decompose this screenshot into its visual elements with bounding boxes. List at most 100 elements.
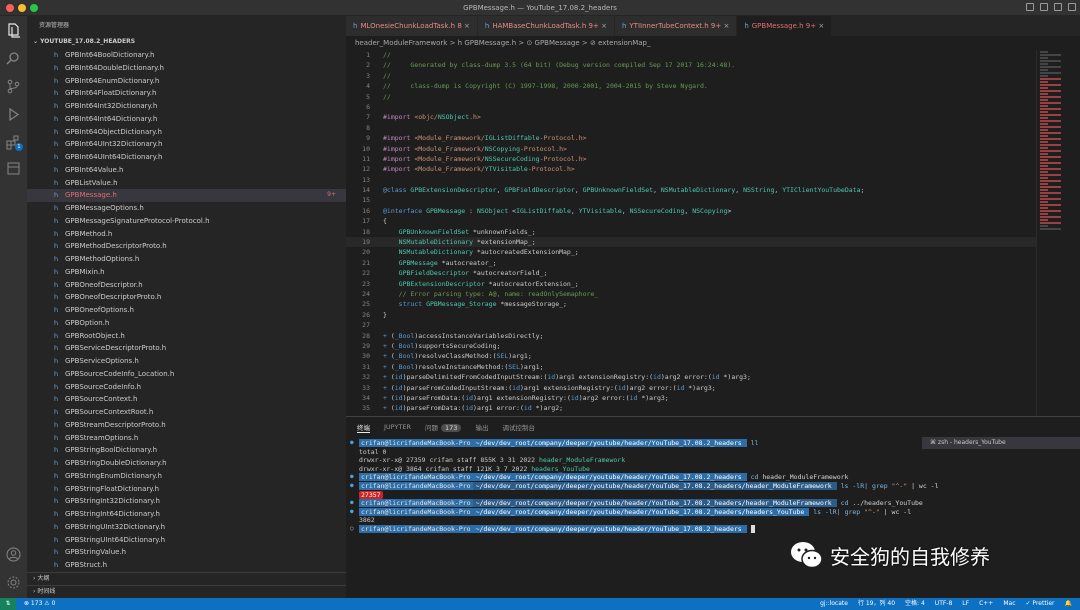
remote-explorer-icon[interactable]	[5, 160, 22, 177]
file-item[interactable]: h GPBOneofDescriptor.h	[27, 279, 346, 292]
file-item[interactable]: h GPBMethod.h	[27, 228, 346, 241]
cursor-position[interactable]: 行 19，列 40	[858, 598, 895, 610]
file-item[interactable]: h GPBStringBoolDictionary.h	[27, 444, 346, 457]
file-item[interactable]: h GPBInt64Value.h	[27, 164, 346, 177]
file-item[interactable]: h GPBInt64Int32Dictionary.h	[27, 100, 346, 113]
code-line: 28 + (_Bool)accessInstanceVariablesDirect…	[346, 331, 1036, 341]
file-item[interactable]: h GPBSourceCodeInfo_Location.h	[27, 368, 346, 381]
toggle-sidebar-icon[interactable]	[1026, 3, 1034, 11]
minimap-line	[1040, 183, 1048, 185]
file-item[interactable]: h GPBStreamDescriptorProto.h	[27, 419, 346, 432]
tab-jupyter[interactable]: JUPYTER	[384, 423, 411, 431]
customize-layout-icon[interactable]	[1068, 3, 1076, 11]
file-item[interactable]: h GPBMethodOptions.h	[27, 253, 346, 266]
file-item[interactable]: h GPBMessageSignatureProtocol-Protocol.h	[27, 215, 346, 228]
file-item[interactable]: h GPBStringUInt64Dictionary.h	[27, 534, 346, 547]
file-item[interactable]: h GPBStringDoubleDictionary.h	[27, 457, 346, 470]
run-debug-icon[interactable]	[5, 106, 22, 123]
minimap[interactable]	[1036, 50, 1080, 416]
file-item[interactable]: h GPBSourceCodeInfo.h	[27, 381, 346, 394]
file-item[interactable]: h GPBMethodDescriptorProto.h	[27, 240, 346, 253]
breadcrumb[interactable]: header_ModuleFramework > h GPBMessage.h …	[346, 36, 1080, 50]
code-editor[interactable]: 1 // 2 // Generated by class-dump 3.5 (64 b…	[346, 50, 1036, 416]
outline-section[interactable]: › 大纲	[27, 572, 346, 584]
problems-status[interactable]: ⊗ 173 ⚠ 0	[24, 600, 55, 607]
file-item[interactable]: h GPBStringFloatDictionary.h	[27, 483, 346, 496]
window-controls[interactable]	[6, 4, 38, 12]
editor-tab[interactable]: h GPBMessage.h 9+ ×	[737, 16, 833, 36]
file-item[interactable]: h GPBInt64Int64Dictionary.h	[27, 113, 346, 126]
file-item[interactable]: h GPBStruct.h	[27, 559, 346, 572]
account-icon[interactable]	[5, 546, 22, 563]
minimize-window-button[interactable]	[18, 4, 26, 12]
file-item[interactable]: h GPBMessage.h 9+	[27, 189, 346, 202]
notifications-bell-icon[interactable]: 🔔	[1065, 598, 1072, 610]
file-item[interactable]: h GPBInt64UInt32Dictionary.h	[27, 138, 346, 151]
toggle-panel-icon[interactable]	[1040, 3, 1048, 11]
file-item[interactable]: h GPBStringValue.h	[27, 546, 346, 559]
file-item[interactable]: h GPBMixin.h	[27, 266, 346, 279]
extensions-icon[interactable]: 1	[5, 134, 23, 151]
file-item[interactable]: h GPBSourceContext.h	[27, 393, 346, 406]
file-item[interactable]: h GPBSourceContextRoot.h	[27, 406, 346, 419]
tab-problems[interactable]: 问题 173	[425, 422, 462, 432]
eol-status[interactable]: LF	[962, 598, 969, 610]
editor-tab[interactable]: h HAMBaseChunkLoadTask.h 9+ ×	[477, 16, 615, 36]
file-item[interactable]: h GPBInt64DoubleDictionary.h	[27, 62, 346, 75]
source-control-icon[interactable]	[5, 78, 22, 95]
close-tab-icon[interactable]: ×	[601, 22, 607, 30]
file-item[interactable]: h GPBOption.h	[27, 317, 346, 330]
minimap-line	[1040, 225, 1048, 227]
header-file-icon: h	[54, 280, 59, 289]
language-status[interactable]: C++	[979, 598, 993, 610]
file-item[interactable]: h GPBStringInt64Dictionary.h	[27, 508, 346, 521]
line-number: 25	[362, 300, 370, 309]
file-item[interactable]: h GPBRootObject.h	[27, 330, 346, 343]
file-item[interactable]: h GPBOneofDescriptorProto.h	[27, 291, 346, 304]
editor-tab[interactable]: h YTIInnerTubeContext.h 9+ ×	[614, 16, 738, 36]
prettier-status[interactable]: ✓ Prettier	[1026, 598, 1055, 610]
explorer-sidebar: 资源管理器 ⌄ YOUTUBE_17.08.2_HEADERS h GPBInt6…	[27, 16, 346, 598]
search-icon[interactable]	[5, 50, 22, 67]
file-item[interactable]: h GPBInt64FloatDictionary.h	[27, 87, 346, 100]
file-item[interactable]: h GPBStringEnumDictionary.h	[27, 470, 346, 483]
maximize-window-button[interactable]	[30, 4, 38, 12]
toggle-secondary-sidebar-icon[interactable]	[1054, 3, 1062, 11]
file-item[interactable]: h GPBStringInt32Dictionary.h	[27, 495, 346, 508]
file-name: GPBStringInt32Dictionary.h	[65, 497, 160, 506]
tab-terminal[interactable]: 终端	[357, 422, 370, 433]
file-item[interactable]: h GPBInt64ObjectDictionary.h	[27, 126, 346, 139]
file-item[interactable]: h GPBInt64UInt64Dictionary.h	[27, 151, 346, 164]
platform-status[interactable]: Mac	[1003, 598, 1015, 610]
close-window-button[interactable]	[6, 4, 14, 12]
remote-indicator-icon[interactable]: ⇅	[0, 598, 16, 610]
file-item[interactable]: h GPBServiceOptions.h	[27, 355, 346, 368]
file-name: GPBStringValue.h	[65, 548, 127, 557]
close-tab-icon[interactable]: ×	[464, 22, 470, 30]
close-tab-icon[interactable]: ×	[723, 22, 729, 30]
file-item[interactable]: h GPBServiceDescriptorProto.h	[27, 342, 346, 355]
workspace-folder[interactable]: ⌄ YOUTUBE_17.08.2_HEADERS	[27, 36, 346, 48]
timeline-section[interactable]: › 时间线	[27, 585, 346, 597]
branch-status[interactable]: gj::locate	[820, 598, 848, 610]
file-item[interactable]: h GPBInt64BoolDictionary.h	[27, 49, 346, 62]
tab-debug-console[interactable]: 调试控制台	[502, 422, 535, 432]
tab-output[interactable]: 输出	[475, 422, 488, 432]
file-item[interactable]: h GPBStreamOptions.h	[27, 432, 346, 445]
indentation-status[interactable]: 空格: 4	[905, 598, 925, 610]
code-text: @interface GPBMessage : NSObject <IGList…	[383, 206, 732, 215]
explorer-icon[interactable]	[5, 22, 22, 39]
file-item[interactable]: h GPBOneofOptions.h	[27, 304, 346, 317]
terminal-output[interactable]: ● crifan@licrifandeMacBook-Pro ~/dev/dev_r…	[350, 439, 939, 534]
encoding-status[interactable]: UTF-8	[935, 598, 953, 610]
file-item[interactable]: h GPBInt64EnumDictionary.h	[27, 75, 346, 88]
terminal-instance[interactable]: ⌘ zsh - headers_YouTube	[922, 437, 1080, 449]
layout-controls[interactable]	[1026, 3, 1076, 11]
editor-tabs: h MLOnesieChunkLoadTask.h 8 × h HAMBaseChun…	[346, 16, 1080, 36]
file-item[interactable]: h GPBMessageOptions.h	[27, 202, 346, 215]
editor-tab[interactable]: h MLOnesieChunkLoadTask.h 8 ×	[346, 16, 478, 36]
close-tab-icon[interactable]: ×	[818, 22, 824, 30]
file-item[interactable]: h GPBListValue.h	[27, 177, 346, 190]
settings-gear-icon[interactable]	[5, 574, 22, 591]
file-item[interactable]: h GPBStringUInt32Dictionary.h	[27, 521, 346, 534]
